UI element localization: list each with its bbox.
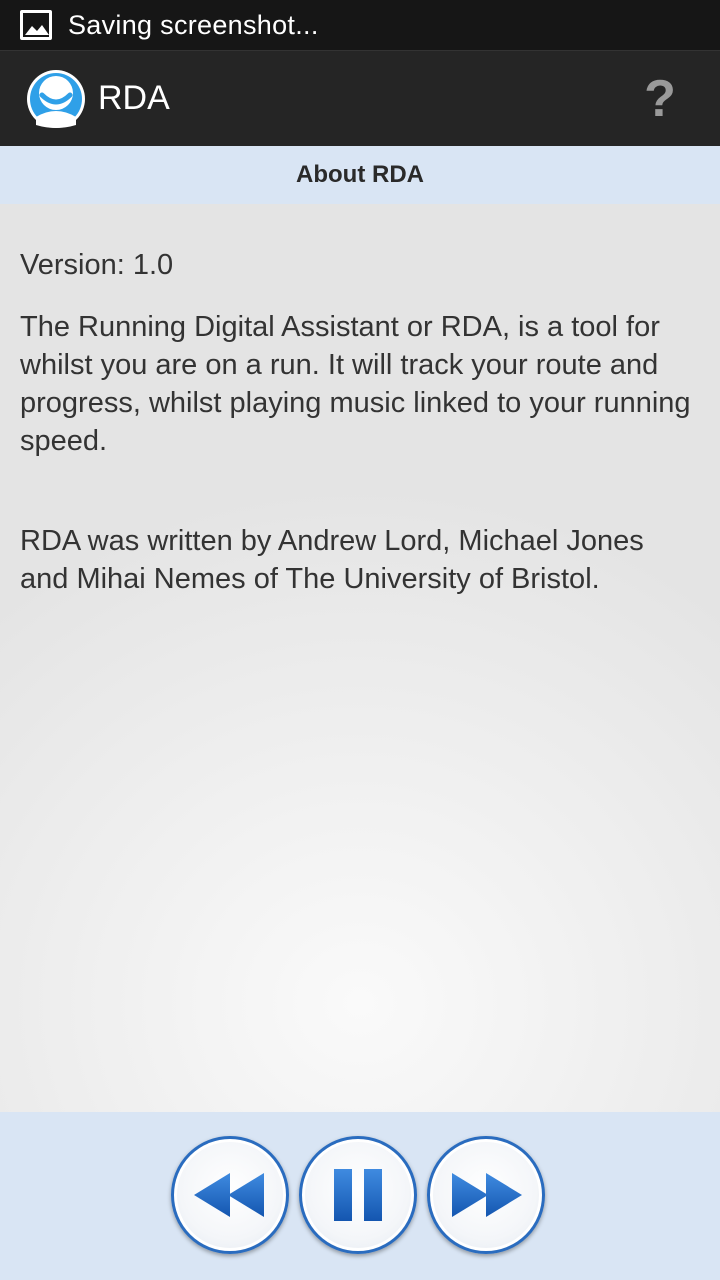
status-notification-text: Saving screenshot... [68,9,319,40]
app-title: RDA [98,79,170,117]
fast-forward-icon [452,1173,522,1217]
version-text: Version: 1.0 [20,249,174,281]
status-bar: Saving screenshot... [0,0,720,50]
rewind-button[interactable] [171,1136,289,1254]
rda-logo-icon[interactable] [26,69,86,129]
pause-icon [334,1169,382,1221]
action-bar: RDA ? [0,50,720,146]
about-content: Version: 1.0 The Running Digital Assista… [0,204,720,1112]
pause-button[interactable] [299,1136,417,1254]
rewind-icon [194,1173,264,1217]
credits-paragraph: RDA was written by Andrew Lord, Michael … [20,525,644,595]
image-icon [20,10,52,40]
player-controls [0,1112,720,1280]
description-paragraph: The Running Digital Assistant or RDA, is… [20,311,691,457]
help-button[interactable]: ? [640,69,680,129]
page-title: About RDA [0,146,720,204]
fast-forward-button[interactable] [427,1136,545,1254]
